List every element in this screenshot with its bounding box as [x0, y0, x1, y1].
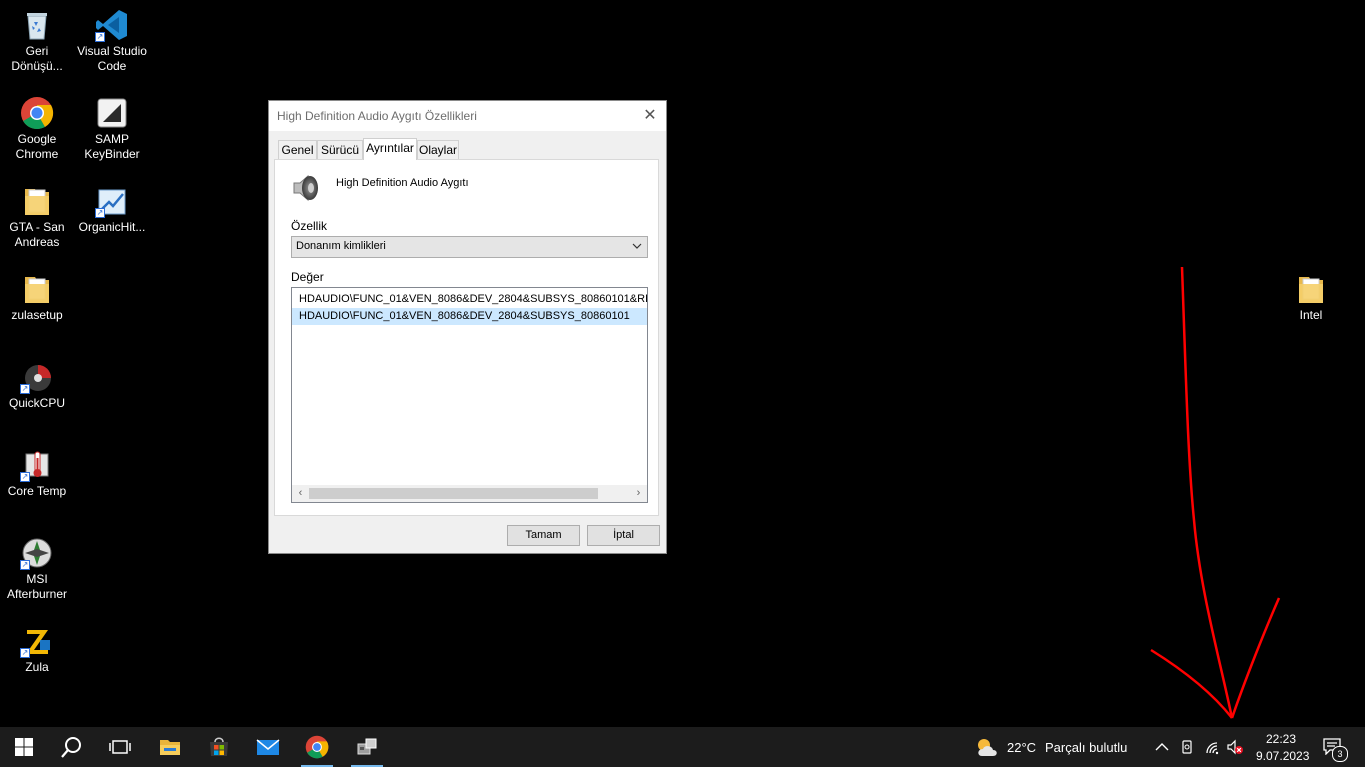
mail-icon [256, 739, 280, 755]
tray-device-icon [1182, 740, 1192, 754]
file-explorer-icon [160, 740, 180, 755]
mail-button[interactable] [244, 727, 292, 767]
tray-device-button[interactable] [1179, 739, 1195, 755]
device-name: High Definition Audio Aygıtı [336, 177, 469, 189]
chrome-taskbar-button[interactable] [293, 727, 341, 767]
value-listbox[interactable]: HDAUDIO\FUNC_01&VEN_8086&DEV_2804&SUBSYS… [291, 287, 648, 503]
scroll-left-icon[interactable]: ‹ [292, 485, 309, 502]
search-icon [61, 737, 81, 758]
tab-ayrintilar[interactable]: Ayrıntılar [363, 138, 417, 160]
list-item[interactable]: HDAUDIO\FUNC_01&VEN_8086&DEV_2804&SUBSYS… [292, 308, 647, 325]
speaker-icon [291, 172, 323, 204]
annotation-arrow [1150, 266, 1281, 719]
property-label: Özellik [291, 219, 328, 233]
tab-genel[interactable]: Genel [278, 140, 317, 159]
file-explorer-button[interactable] [146, 727, 194, 767]
cancel-button[interactable]: İptal [587, 525, 660, 546]
show-hidden-icons-button[interactable] [1154, 739, 1170, 755]
weather-icon[interactable] [974, 735, 1000, 759]
clock-time[interactable]: 22:23 [1266, 732, 1296, 746]
network-button[interactable] [1204, 739, 1222, 755]
volume-button[interactable] [1226, 739, 1244, 755]
search-button[interactable] [48, 727, 96, 767]
ok-button[interactable]: Tamam [507, 525, 580, 546]
wifi-icon [1206, 742, 1219, 755]
windows-icon [15, 738, 33, 756]
tab-olaylar[interactable]: Olaylar [417, 140, 459, 159]
task-view-button[interactable] [96, 727, 144, 767]
weather-condition[interactable]: Parçalı bulutlu [1045, 740, 1127, 755]
notification-count-badge: 3 [1332, 746, 1348, 762]
properties-dialog: High Definition Audio Aygıtı Özellikleri… [268, 100, 667, 554]
weather-temperature[interactable]: 22°C [1007, 740, 1036, 755]
scroll-right-icon[interactable]: › [630, 485, 647, 502]
value-label: Değer [291, 270, 324, 284]
chrome-icon [305, 735, 329, 759]
start-button[interactable] [0, 727, 48, 767]
list-item[interactable]: HDAUDIO\FUNC_01&VEN_8086&DEV_2804&SUBSYS… [292, 291, 647, 308]
device-manager-taskbar-button[interactable] [343, 727, 391, 767]
taskbar: 22°C Parçalı bulutlu 22:23 9.07.2023 3 [0, 727, 1365, 767]
horizontal-scrollbar[interactable]: ‹ › [292, 485, 647, 502]
chevron-down-icon [632, 243, 642, 249]
dialog-title: High Definition Audio Aygıtı Özellikleri [277, 109, 477, 123]
scrollbar-thumb[interactable] [309, 488, 598, 499]
tab-surucu[interactable]: Sürücü [317, 140, 363, 159]
dialog-title-bar[interactable]: High Definition Audio Aygıtı Özellikleri… [269, 101, 666, 131]
chevron-up-icon [1155, 743, 1169, 751]
store-button[interactable] [195, 727, 243, 767]
property-select-value: Donanım kimlikleri [296, 240, 386, 252]
task-view-icon [109, 740, 131, 754]
device-manager-icon [357, 738, 377, 755]
property-select[interactable]: Donanım kimlikleri [291, 236, 648, 258]
details-panel: High Definition Audio Aygıtı Özellik Don… [274, 159, 659, 516]
volume-muted-icon [1227, 739, 1243, 755]
action-center-button[interactable]: 3 [1322, 737, 1348, 762]
close-button[interactable]: ✕ [634, 101, 666, 131]
clock-date[interactable]: 9.07.2023 [1256, 749, 1309, 763]
store-icon [210, 737, 228, 756]
